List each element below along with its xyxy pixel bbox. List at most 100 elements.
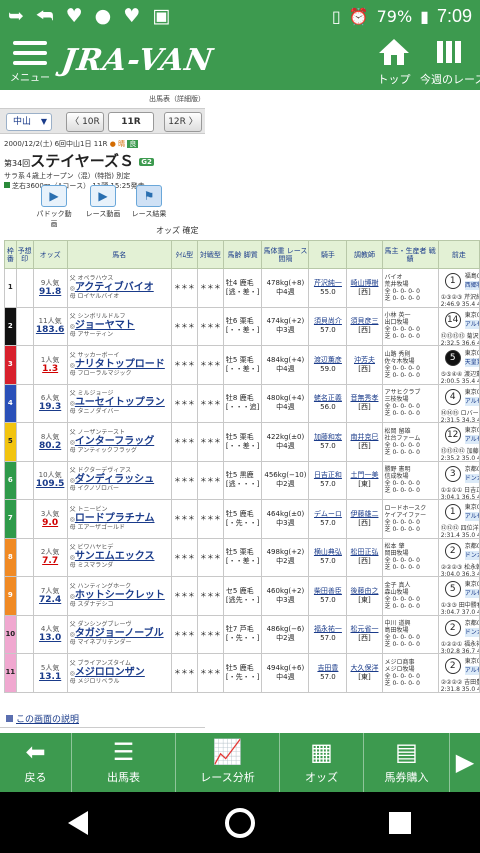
prev-race-button[interactable]: 〈 10R [66,112,104,132]
prev-race-cell[interactable]: 12東京00/11アルゼンチ⑬⑬⑫⑫ 加藤和宏2:35.2 35.0 47 [437,422,480,462]
home-nav-icon[interactable] [220,803,260,843]
mark-cell[interactable] [15,537,34,577]
top-button[interactable]: トップ [372,37,416,87]
trainer-name[interactable]: 伊藤雄二 [349,510,379,519]
time-pattern[interactable]: ＊＊＊ [170,537,198,577]
match-pattern[interactable]: ＊＊＊ [196,422,224,462]
match-pattern[interactable]: ＊＊＊ [196,537,224,577]
match-pattern[interactable]: ＊＊＊ [196,576,224,616]
trainer-name[interactable]: 大久保洋 [349,664,379,673]
time-pattern[interactable]: ＊＊＊ [170,653,198,693]
horse-name[interactable]: インターフラッグ [75,436,154,447]
jockey-name[interactable]: 日吉正和 [311,471,344,480]
app-logo[interactable]: JRA-VAN [60,43,216,78]
odds-cell[interactable]: 7人気 72.4 [32,576,68,616]
prev-race-name[interactable]: アルゼンチ [464,666,479,675]
time-pattern[interactable]: ＊＊＊ [170,576,198,616]
match-pattern[interactable]: ＊＊＊ [196,383,224,423]
more-button[interactable]: ▶ [450,733,480,792]
odds-cell[interactable]: 1人気 1.3 [32,345,68,385]
prev-race-name[interactable]: アルゼンチ [464,435,479,444]
trainer-name[interactable]: 音無秀孝 [349,394,379,403]
jockey-name[interactable]: 須貝尚介 [311,317,344,326]
prev-race-name[interactable]: 天皇賞（秋 [464,358,479,367]
race-video-button[interactable]: ▶ レース動画 [83,185,123,219]
prev-race-name[interactable]: 西郷特別 [464,281,479,290]
odds-cell[interactable]: 5人気 13.1 [32,653,68,693]
win-odds[interactable]: 13.1 [36,672,65,682]
prev-race-cell[interactable]: 4東京00/11アルゼンチ⑭⑭⑮ ロバーツ2:31.5 34.3 47 [437,383,480,423]
prev-race-name[interactable]: アルゼンチ [464,396,479,406]
prev-race-name[interactable]: ドンカスタ [464,627,479,637]
match-pattern[interactable]: ＊＊＊ [196,614,224,654]
odds-button[interactable]: ▦ オッズ [280,733,364,792]
jockey-name[interactable]: 渡辺薫彦 [311,356,344,365]
win-odds[interactable]: 91.8 [36,287,65,297]
jockey-name[interactable]: 吉田豊 [311,664,344,673]
horse-name[interactable]: ダンディラッシュ [75,474,154,485]
paddock-video-button[interactable]: ▶ パドック動画 [34,185,74,229]
win-odds[interactable]: 1.3 [36,364,65,374]
mark-cell[interactable] [15,460,34,500]
prev-race-cell[interactable]: 1東京00/11アルゼンチ⑫⑫⑫ 四位洋文2:31.4 35.0 47 [437,499,480,539]
betting-button[interactable]: ▤ 馬券購入 [364,733,450,792]
horse-name[interactable]: ロードプラチナム [75,513,155,524]
mark-cell[interactable] [15,345,34,385]
trainer-name[interactable]: 後藤由之 [349,587,379,596]
col-time-pattern[interactable]: ﾀｲﾑ型 [170,240,198,269]
horse-name[interactable]: ユーセイトップラン [75,397,165,408]
next-race-button[interactable]: 12R 〉 [164,112,202,132]
prev-race-name[interactable]: アルゼンチ [464,512,479,521]
win-odds[interactable]: 7.7 [36,557,65,566]
menu-button[interactable]: メニュー [6,41,54,87]
prev-race-name[interactable]: アルゼンチ [464,319,479,329]
odds-cell[interactable]: 2人気 7.7 [32,537,68,577]
odds-cell[interactable]: 8人気 80.2 [32,422,68,462]
horse-name[interactable]: サンエムエックス [75,551,155,562]
match-pattern[interactable]: ＊＊＊ [196,268,224,308]
trainer-name[interactable]: 松元省一 [349,625,379,634]
win-odds[interactable]: 19.3 [36,403,65,412]
col-odds[interactable]: オッズ [32,240,68,269]
horse-name[interactable]: タガジョーノーブル [75,628,164,639]
prev-race-cell[interactable]: 1福島00/10西郷特別①③②③ 芹沢純一2:46.9 35.4 49 [437,268,480,308]
odds-cell[interactable]: 10人気 109.5 [32,460,68,500]
match-pattern[interactable]: ＊＊＊ [196,653,224,693]
prev-race-cell[interactable]: 2京都00/11ドンカスタ①②②① 福永祐一3:02.8 36.7 47 [437,614,480,654]
win-odds[interactable]: 80.2 [36,441,65,451]
win-odds[interactable]: 9.0 [36,518,65,528]
match-pattern[interactable]: ＊＊＊ [196,460,224,500]
win-odds[interactable]: 109.5 [36,480,65,489]
current-race-select[interactable]: 11R [108,112,154,132]
prev-race-name[interactable]: アルゼンチ [464,589,479,598]
match-pattern[interactable]: ＊＊＊ [196,345,224,385]
mark-cell[interactable] [15,576,34,616]
race-result-button[interactable]: ⚑ レース結果 [129,185,169,219]
odds-cell[interactable]: 3人気 9.0 [32,499,68,539]
col-mark[interactable]: 予想印 [15,240,34,269]
jockey-name[interactable]: 加藤和宏 [311,433,344,442]
recents-nav-icon[interactable] [380,803,420,843]
prev-race-name[interactable]: ドンカスタ [464,473,479,483]
odds-cell[interactable]: 6人気 19.3 [32,383,68,423]
time-pattern[interactable]: ＊＊＊ [170,460,198,500]
back-button[interactable]: ⬅ 戻る [0,733,72,792]
win-odds[interactable]: 72.4 [36,595,65,605]
win-odds[interactable]: 183.6 [36,326,65,335]
mark-cell[interactable] [15,422,34,462]
mark-cell[interactable] [15,383,34,423]
trainer-name[interactable]: 須貝彦三 [349,317,379,326]
jockey-name[interactable]: 柴田善臣 [311,587,344,596]
course-select[interactable]: 中山 ▼ [6,113,52,131]
mark-cell[interactable] [15,614,34,654]
jockey-name[interactable]: 横山典弘 [311,548,344,557]
col-waku[interactable]: 枠番 [4,240,17,269]
trainer-name[interactable]: 土門一美 [349,471,379,480]
race-analysis-button[interactable]: 📈 レース分析 [176,733,280,792]
horse-name[interactable]: ジョーヤマト [75,320,135,331]
trainer-name[interactable]: 崎山博樹 [349,279,379,288]
time-pattern[interactable]: ＊＊＊ [170,614,198,654]
screen-help-link[interactable]: この画面の説明 [6,712,79,725]
odds-cell[interactable]: 4人気 13.0 [32,614,68,654]
back-nav-icon[interactable] [60,803,100,843]
